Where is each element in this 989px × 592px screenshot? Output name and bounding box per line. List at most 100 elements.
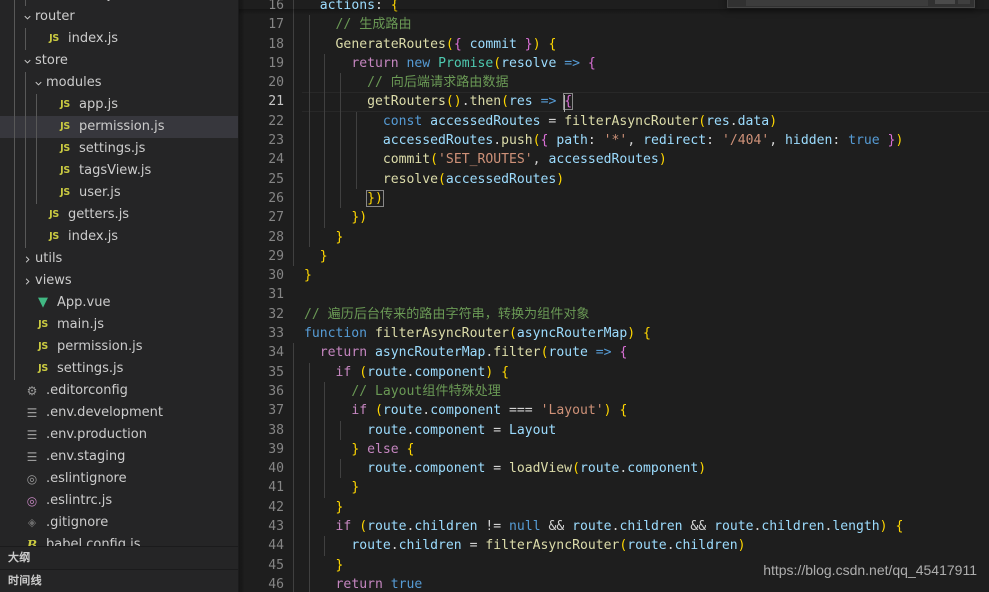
- line-content[interactable]: }): [293, 188, 989, 209]
- line-content[interactable]: route.children = filterAsyncRouter(route…: [293, 536, 989, 556]
- line-content[interactable]: accessedRoutes.push({ path: '*', redirec…: [293, 131, 989, 151]
- tree-item-env-staging[interactable]: ☰ .env.staging: [0, 446, 238, 468]
- tree-item-eslintignore[interactable]: ◎ .eslintignore: [0, 468, 238, 490]
- tree-item-user-js[interactable]: JS user.js: [0, 182, 238, 204]
- code-line-40[interactable]: 40 route.component = loadView(route.comp…: [239, 459, 989, 479]
- line-content[interactable]: const accessedRoutes = filterAsyncRouter…: [293, 111, 989, 132]
- line-content[interactable]: commit('SET_ROUTES', accessedRoutes): [293, 150, 989, 170]
- tree-item-utils[interactable]: utils: [0, 248, 238, 270]
- line-content[interactable]: function filterAsyncRouter(asyncRouterMa…: [293, 324, 989, 343]
- code-line-20[interactable]: 20 // 向后端请求路由数据: [239, 73, 989, 93]
- code-line-24[interactable]: 24 commit('SET_ROUTES', accessedRoutes): [239, 150, 989, 170]
- code-line-32[interactable]: 32 // 遍历后台传来的路由字符串，转换为组件对象: [239, 305, 989, 324]
- line-content[interactable]: }: [293, 478, 989, 498]
- line-content[interactable]: // 遍历后台传来的路由字符串，转换为组件对象: [293, 305, 989, 324]
- line-content[interactable]: [293, 285, 989, 304]
- line-content[interactable]: if (route.component) {: [293, 362, 989, 382]
- tree-item-permission-js[interactable]: JS permission.js: [0, 336, 238, 358]
- line-content[interactable]: return asyncRouterMap.filter(route => {: [293, 343, 989, 363]
- find-widget[interactable]: [727, 0, 975, 8]
- line-content[interactable]: // Layout组件特殊处理: [293, 381, 989, 402]
- code-lines-container[interactable]: 16 actions: {17 // 生成路由 18 GenerateRoutes…: [239, 0, 989, 592]
- chevron-right-icon[interactable]: [19, 248, 35, 270]
- line-content[interactable]: getRouters().then(res => {: [293, 92, 989, 113]
- code-line-44[interactable]: 44 route.children = filterAsyncRouter(ro…: [239, 536, 989, 556]
- find-toggle-replace-icon[interactable]: [732, 0, 742, 7]
- line-content[interactable]: // 向后端请求路由数据: [293, 73, 989, 93]
- tree-item-app-js[interactable]: JS app.js: [0, 94, 238, 116]
- line-content[interactable]: }): [293, 208, 989, 228]
- tree-item-views[interactable]: views: [0, 270, 238, 292]
- code-line-41[interactable]: 41 }: [239, 478, 989, 498]
- tree-item-modules[interactable]: modules: [0, 72, 238, 94]
- code-line-21[interactable]: 21 getRouters().then(res => {: [239, 92, 989, 113]
- tree-item-permission-js[interactable]: JS permission.js: [0, 116, 238, 138]
- code-line-29[interactable]: 29 }: [239, 246, 989, 267]
- code-line-30[interactable]: 30}: [239, 266, 989, 285]
- line-content[interactable]: return true: [293, 574, 989, 592]
- line-content[interactable]: }: [293, 246, 989, 267]
- line-content[interactable]: }: [293, 227, 989, 247]
- line-content[interactable]: if (route.component === 'Layout') {: [293, 401, 989, 421]
- code-line-23[interactable]: 23 accessedRoutes.push({ path: '*', redi…: [239, 131, 989, 151]
- code-line-31[interactable]: 31: [239, 285, 989, 304]
- code-line-36[interactable]: 36 // Layout组件特殊处理: [239, 381, 989, 402]
- tree-item-env-development[interactable]: ☰ .env.development: [0, 402, 238, 424]
- tree-item-main-js[interactable]: JS main.js: [0, 314, 238, 336]
- tree-item-index-js[interactable]: JS index.js: [0, 226, 238, 248]
- code-line-25[interactable]: 25 resolve(accessedRoutes): [239, 169, 989, 189]
- code-line-45[interactable]: 45 }: [239, 555, 989, 575]
- code-line-19[interactable]: 19 return new Promise(resolve => {: [239, 53, 989, 74]
- line-content[interactable]: GenerateRoutes({ commit }) {: [293, 34, 989, 54]
- chevron-down-icon[interactable]: [30, 72, 46, 94]
- line-content[interactable]: route.component = Layout: [293, 420, 989, 440]
- sidebar-panel-header-0[interactable]: 大纲: [0, 546, 238, 569]
- code-line-38[interactable]: 38 route.component = Layout: [239, 420, 989, 440]
- line-content[interactable]: if (route.children != null && route.chil…: [293, 517, 989, 537]
- tree-item-env-production[interactable]: ☰ .env.production: [0, 424, 238, 446]
- line-content[interactable]: // 生成路由: [293, 15, 989, 35]
- code-editor[interactable]: 16 actions: {17 // 生成路由 18 GenerateRoutes…: [239, 0, 989, 592]
- tree-item-getters-js[interactable]: JS getters.js: [0, 204, 238, 226]
- code-line-18[interactable]: 18 GenerateRoutes({ commit }) {: [239, 34, 989, 54]
- code-line-37[interactable]: 37 if (route.component === 'Layout') {: [239, 401, 989, 421]
- tree-item-editorconfig[interactable]: ⚙ .editorconfig: [0, 380, 238, 402]
- chevron-right-icon[interactable]: [19, 270, 35, 292]
- line-content[interactable]: route.component = loadView(route.compone…: [293, 459, 989, 479]
- code-line-46[interactable]: 46 return true: [239, 574, 989, 592]
- code-line-33[interactable]: 33 function filterAsyncRouter(asyncRouter…: [239, 324, 989, 343]
- file-explorer-tree[interactable]: JSindex.jsrouterJSindex.jsstoremodulesJS…: [0, 0, 238, 556]
- line-content[interactable]: }: [293, 497, 989, 518]
- line-content[interactable]: }: [293, 555, 989, 575]
- code-line-35[interactable]: 35 if (route.component) {: [239, 362, 989, 382]
- chevron-down-icon[interactable]: [19, 50, 35, 72]
- line-content[interactable]: } else {: [293, 439, 989, 460]
- code-line-28[interactable]: 28 }: [239, 227, 989, 247]
- tree-item-router[interactable]: router: [0, 6, 238, 28]
- tree-item-app-vue[interactable]: ▼ App.vue: [0, 292, 238, 314]
- tree-item-tagsview-js[interactable]: JS tagsView.js: [0, 160, 238, 182]
- code-line-42[interactable]: 42 }: [239, 497, 989, 518]
- line-content[interactable]: return new Promise(resolve => {: [293, 53, 989, 74]
- line-content[interactable]: resolve(accessedRoutes): [293, 169, 989, 189]
- tree-item-index-js[interactable]: JS index.js: [0, 28, 238, 50]
- tree-item-eslintrc-js[interactable]: ◎ .eslintrc.js: [0, 490, 238, 512]
- chevron-down-icon[interactable]: [19, 6, 35, 28]
- code-line-27[interactable]: 27 }): [239, 208, 989, 228]
- code-line-39[interactable]: 39 } else {: [239, 439, 989, 460]
- code-line-26[interactable]: 26 }): [239, 188, 989, 209]
- find-previous-button[interactable]: [935, 0, 955, 4]
- code-line-43[interactable]: 43 if (route.children != null && route.c…: [239, 517, 989, 537]
- tree-item-settings-js[interactable]: JS settings.js: [0, 358, 238, 380]
- tree-item-settings-js[interactable]: JS settings.js: [0, 138, 238, 160]
- code-line-17[interactable]: 17 // 生成路由: [239, 15, 989, 35]
- sidebar-panel-header-1[interactable]: 时间线: [0, 569, 238, 592]
- tree-item-store[interactable]: store: [0, 50, 238, 72]
- code-line-22[interactable]: 22 const accessedRoutes = filterAsyncRou…: [239, 111, 989, 132]
- line-content[interactable]: }: [293, 266, 989, 285]
- find-input[interactable]: [746, 0, 928, 6]
- tree-item-gitignore[interactable]: ◈ .gitignore: [0, 512, 238, 534]
- code-line-34[interactable]: 34 return asyncRouterMap.filter(route =>…: [239, 343, 989, 363]
- code-token: route: [367, 364, 407, 380]
- find-next-button[interactable]: [958, 0, 970, 4]
